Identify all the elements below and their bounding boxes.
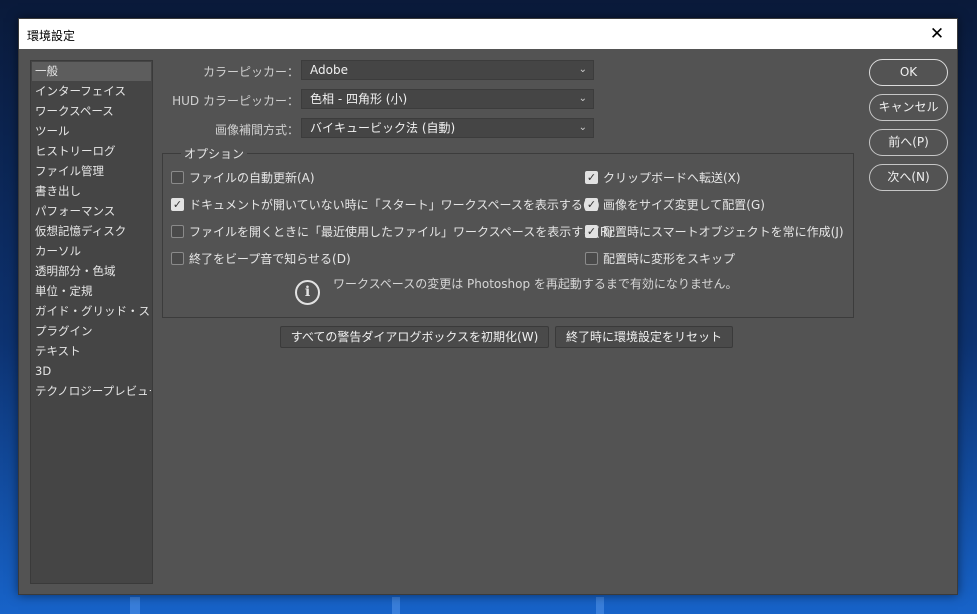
sidebar-item-cursors[interactable]: カーソル [32, 242, 151, 261]
checkbox-label: 配置時にスマートオブジェクトを常に作成(J) [603, 225, 844, 239]
options-group-title: オプション [181, 145, 248, 162]
sidebar-item-tools[interactable]: ツール [32, 122, 151, 141]
checkbox[interactable] [171, 171, 184, 184]
hud-color-picker-value: 色相 - 四角形 (小) [310, 92, 408, 106]
desktop-background-streak [130, 597, 140, 614]
color-picker-label: カラーピッカー： [202, 65, 299, 79]
checkbox-label: 終了をビープ音で知らせる(D) [189, 252, 351, 266]
checkbox[interactable] [585, 252, 598, 265]
sidebar-item-guides-grid-slices[interactable]: ガイド・グリッド・スライス [32, 302, 151, 321]
sidebar-item-file-handling[interactable]: ファイル管理 [32, 162, 151, 181]
interpolation-label: 画像補間方式： [214, 123, 299, 137]
sidebar-item-type[interactable]: テキスト [32, 342, 151, 361]
interpolation-select[interactable]: バイキュービック法 (自動) ⌄ [301, 118, 594, 138]
sidebar-item-3d[interactable]: 3D [32, 362, 151, 381]
interpolation-value: バイキュービック法 (自動) [310, 121, 456, 135]
sidebar-item-plugins[interactable]: プラグイン [32, 322, 151, 341]
window-title: 環境設定 [27, 29, 76, 43]
workspace-restart-notice: ワークスペースの変更は Photoshop を再起動するまで有効になりません。 [333, 277, 738, 291]
chevron-down-icon: ⌄ [578, 64, 587, 75]
sidebar-item-export[interactable]: 書き出し [32, 182, 151, 201]
desktop-background-streak [596, 597, 604, 614]
sidebar-item-units-rulers[interactable]: 単位・定規 [32, 282, 151, 301]
hud-color-picker-select[interactable]: 色相 - 四角形 (小) ⌄ [301, 89, 594, 109]
preferences-dialog: 環境設定 ✕ 一般 インターフェイス ワークスペース ツール ヒストリーログ フ… [18, 18, 958, 595]
hud-color-picker-label: HUD カラーピッカー： [172, 94, 299, 108]
sidebar-item-technology-previews[interactable]: テクノロジープレビュー [32, 382, 151, 401]
checkbox-label: 配置時に変形をスキップ [603, 252, 736, 266]
checkbox[interactable] [171, 252, 184, 265]
checkbox[interactable] [171, 225, 184, 238]
chevron-down-icon: ⌄ [578, 93, 587, 104]
sidebar-item-general[interactable]: 一般 [32, 62, 151, 81]
checkbox-label: ドキュメントが開いていない時に「スタート」ワークスペースを表示する(S) [189, 198, 600, 212]
checkbox-label: ファイルの自動更新(A) [189, 171, 315, 185]
color-picker-select[interactable]: Adobe ⌄ [301, 60, 594, 80]
sidebar-item-interface[interactable]: インターフェイス [32, 82, 151, 101]
check-icon[interactable]: ✓ [585, 198, 598, 211]
sidebar-item-workspace[interactable]: ワークスペース [32, 102, 151, 121]
checkbox-label: 画像をサイズ変更して配置(G) [603, 198, 765, 212]
desktop-background-streak [392, 597, 400, 614]
sidebar-item-transparency-gamut[interactable]: 透明部分・色域 [32, 262, 151, 281]
sidebar-item-history-log[interactable]: ヒストリーログ [32, 142, 151, 161]
checkbox-label: クリップボードへ転送(X) [603, 171, 741, 185]
sidebar-item-performance[interactable]: パフォーマンス [32, 202, 151, 221]
check-icon[interactable]: ✓ [585, 171, 598, 184]
color-picker-value: Adobe [310, 63, 348, 77]
chevron-down-icon: ⌄ [578, 122, 587, 133]
checkbox-label: ファイルを開くときに「最近使用したファイル」ワークスペースを表示する(R) [189, 225, 613, 239]
prev-button[interactable]: 前へ(P) [869, 129, 948, 156]
category-sidebar: 一般 インターフェイス ワークスペース ツール ヒストリーログ ファイル管理 書… [30, 60, 153, 584]
reset-warning-dialogs-button[interactable]: すべての警告ダイアログボックスを初期化(W) [280, 326, 549, 348]
reset-preferences-on-quit-button[interactable]: 終了時に環境設定をリセット [555, 326, 733, 348]
info-icon: i [295, 280, 320, 305]
cancel-button[interactable]: キャンセル [869, 94, 948, 121]
ok-button[interactable]: OK [869, 59, 948, 86]
sidebar-item-scratch-disks[interactable]: 仮想記憶ディスク [32, 222, 151, 241]
next-button[interactable]: 次へ(N) [869, 164, 948, 191]
close-icon[interactable]: ✕ [917, 19, 957, 49]
title-bar: 環境設定 ✕ [19, 19, 957, 49]
check-icon[interactable]: ✓ [171, 198, 184, 211]
check-icon[interactable]: ✓ [585, 225, 598, 238]
